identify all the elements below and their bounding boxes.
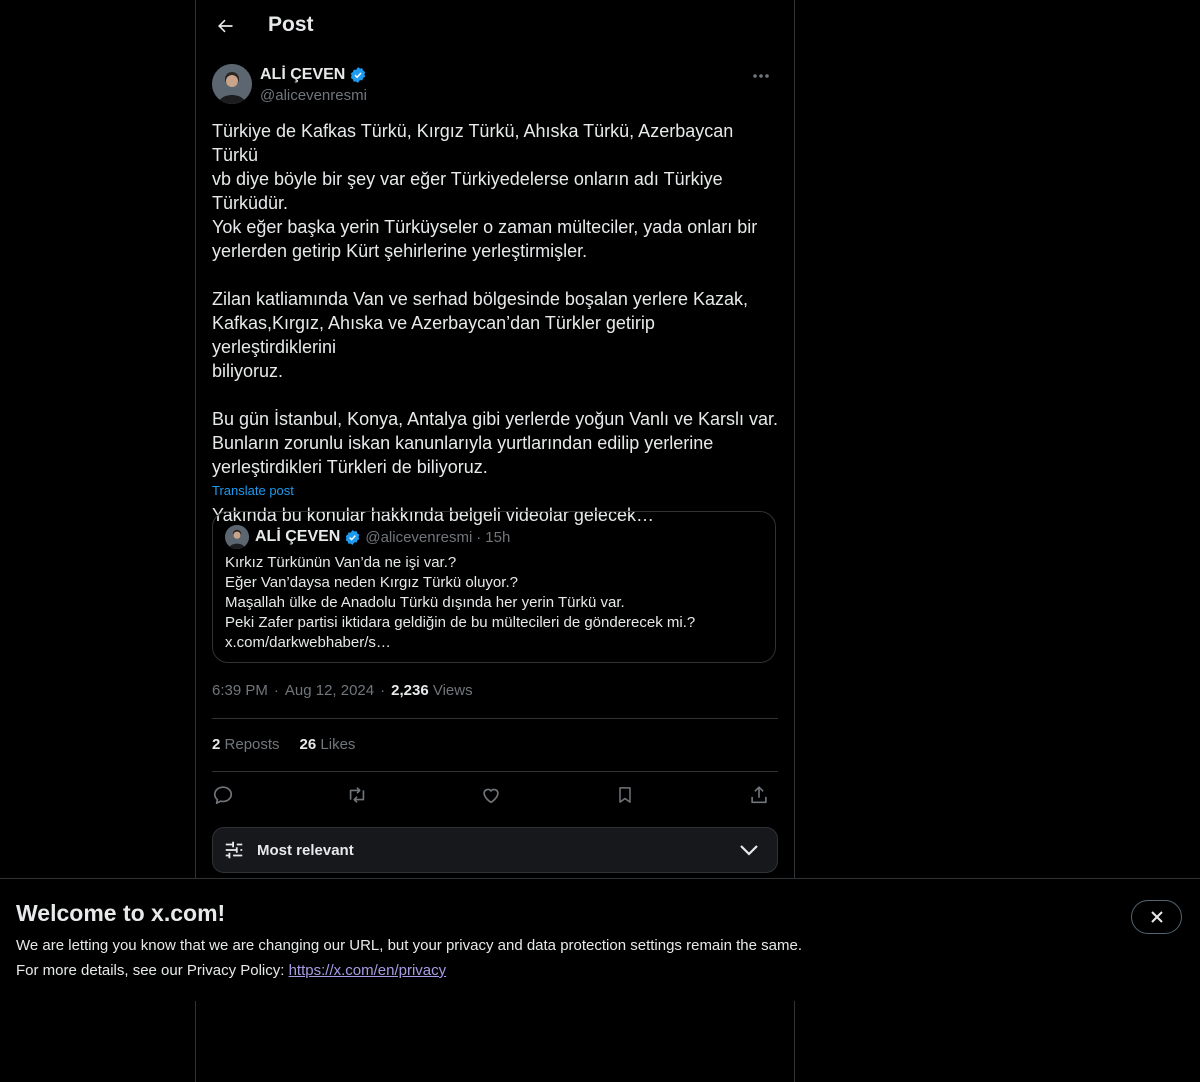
banner-privacy-line: For more details, see our Privacy Policy… [16,962,446,979]
welcome-banner: Welcome to x.com! We are letting you kno… [0,878,1200,1001]
quote-author-name: ALİ ÇEVEN [255,528,341,545]
back-arrow-icon [218,19,233,33]
sort-label: Most relevant [257,842,354,859]
post-meta: 6:39 PM · Aug 12, 2024 · 2,236 Views [212,682,473,699]
engagement-stats: 2 Reposts 26 Likes [212,736,355,753]
likes-count: 26 [299,736,317,753]
likes-stat[interactable]: 26 Likes [300,736,356,753]
views-count: 2,236 [391,682,429,699]
top-bar: Post [196,0,794,53]
quote-author-handle: @alicevenresmi [365,528,473,546]
like-button[interactable] [476,780,506,810]
meta-separator: · [380,682,386,699]
more-icon [753,74,769,78]
reply-icon [213,786,233,805]
reply-button[interactable] [208,780,238,810]
meta-separator: · [273,682,279,699]
reposts-label: Reposts [224,736,280,753]
reposts-count: 2 [212,736,221,753]
post-date[interactable]: Aug 12, 2024 [285,682,374,699]
page-title: Post [268,13,314,36]
likes-label: Likes [320,736,356,753]
close-banner-button[interactable] [1131,900,1182,934]
quote-avatar [225,525,249,549]
divider [212,771,778,772]
quote-header: ALİ ÇEVEN @alicevenresmi · 15h [225,525,510,549]
more-button[interactable] [744,64,778,88]
banner-privacy-prefix: For more details, see our Privacy Policy… [16,962,289,979]
banner-title: Welcome to x.com! [16,900,226,926]
privacy-policy-link[interactable]: https://x.com/en/privacy [289,962,447,979]
repost-button[interactable] [342,780,372,810]
quoted-post[interactable]: ALİ ÇEVEN @alicevenresmi · 15h Kırkız Tü… [212,511,776,663]
chevron-down-icon [740,845,758,856]
post-text: Türkiye de Kafkas Türkü, Kırgız Türkü, A… [212,121,779,525]
quote-separator: · [476,528,482,546]
name-row: ALİ ÇEVEN [260,66,367,84]
share-icon [751,786,767,804]
back-button[interactable] [208,9,242,43]
reposts-stat[interactable]: 2 Reposts [212,736,280,753]
quote-text: Kırkız Türkünün Van’da ne işi var.? Eğer… [225,554,696,651]
repost-icon [349,787,365,803]
translate-post-link[interactable]: Translate post [212,483,294,498]
action-bar [212,780,778,810]
avatar[interactable] [212,64,252,104]
post-author: ALİ ÇEVEN @alicevenresmi [212,64,778,108]
author-name[interactable]: ALİ ÇEVEN [260,66,345,84]
views-label: Views [432,682,473,699]
sort-replies-dropdown[interactable]: Most relevant [212,827,778,873]
share-button[interactable] [744,780,774,810]
banner-message: We are letting you know that we are chan… [16,937,802,954]
close-icon [1150,911,1163,923]
like-icon [483,788,499,804]
verified-badge-icon [346,529,360,545]
quote-time: 15h [485,528,511,546]
bookmark-icon [619,787,631,803]
post-time[interactable]: 6:39 PM [212,682,268,699]
verified-badge-icon [351,67,366,83]
bookmark-button[interactable] [610,780,640,810]
author-handle[interactable]: @alicevenresmi [260,87,367,104]
sliders-icon [225,841,243,859]
divider [212,718,778,719]
